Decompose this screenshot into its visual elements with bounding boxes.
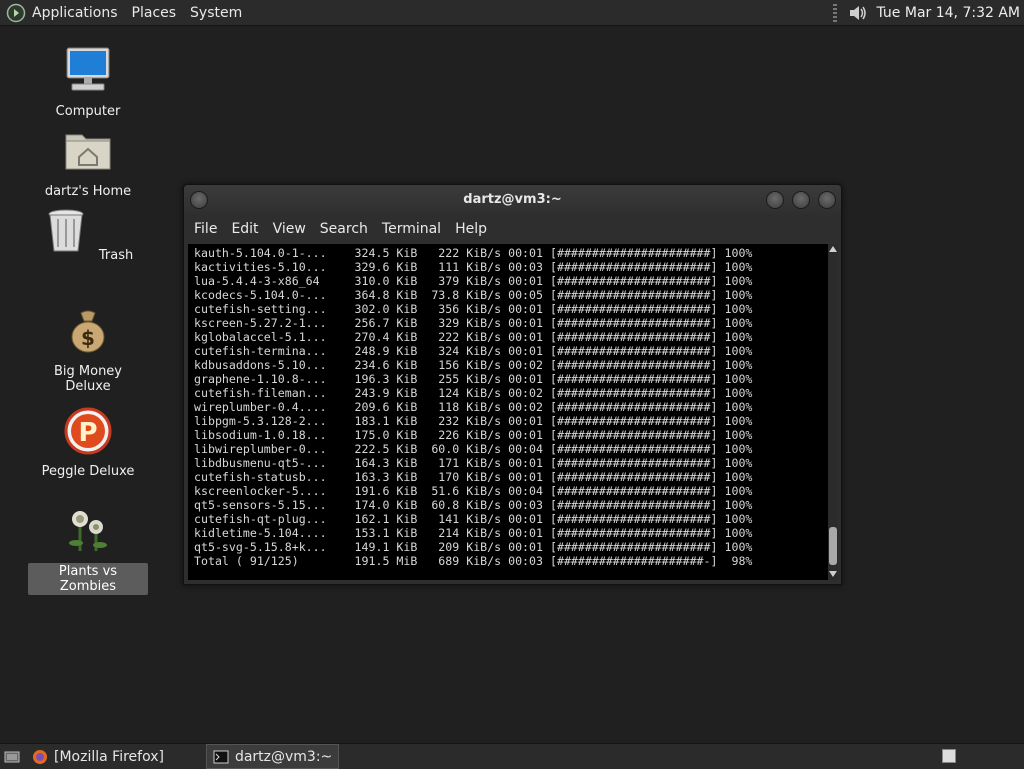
desktop-icon-computer[interactable]: Computer (28, 45, 148, 120)
desktop-icon-label: Peggle Deluxe (39, 463, 138, 480)
scrollbar-thumb[interactable] (829, 527, 837, 565)
terminal-line: kidletime-5.104.... 153.1 KiB 214 KiB/s … (194, 526, 752, 540)
close-button[interactable] (818, 191, 836, 209)
minimize-button[interactable] (766, 191, 784, 209)
clock[interactable]: Tue Mar 14, 7:32 AM (877, 5, 1021, 21)
terminal-line: cutefish-statusb... 163.3 KiB 170 KiB/s … (194, 470, 752, 484)
menu-edit[interactable]: Edit (231, 221, 258, 237)
terminal-output[interactable]: kauth-5.104.0-1-... 324.5 KiB 222 KiB/s … (188, 244, 828, 580)
volume-icon[interactable] (847, 2, 869, 24)
maximize-button[interactable] (792, 191, 810, 209)
task-terminal[interactable]: dartz@vm3:~ (206, 744, 339, 769)
desktop-icon-label: Big Money Deluxe (28, 363, 148, 395)
task-label: [Mozilla Firefox] (54, 749, 164, 765)
workspace-switcher[interactable] (942, 749, 956, 763)
terminal-line: libsodium-1.0.18... 175.0 KiB 226 KiB/s … (194, 428, 752, 442)
desktop-icon-peggle[interactable]: P Peggle Deluxe (28, 405, 148, 480)
terminal-line: kglobalaccel-5.1... 270.4 KiB 222 KiB/s … (194, 330, 752, 344)
desktop-icon-label: Trash (96, 247, 136, 264)
menu-help[interactable]: Help (455, 221, 487, 237)
terminal-line: libwireplumber-0... 222.5 KiB 60.0 KiB/s… (194, 442, 752, 456)
peggle-icon: P (62, 405, 114, 457)
menu-view[interactable]: View (273, 221, 306, 237)
terminal-titlebar[interactable]: dartz@vm3:~ (184, 185, 841, 215)
applications-menu[interactable]: Applications (32, 5, 118, 21)
terminal-window[interactable]: dartz@vm3:~ File Edit View Search Termin… (183, 184, 842, 585)
top-panel-tray: Tue Mar 14, 7:32 AM (833, 0, 1024, 25)
terminal-line: Total ( 91/125) 191.5 MiB 689 KiB/s 00:0… (194, 554, 752, 568)
terminal-line: cutefish-setting... 302.0 KiB 356 KiB/s … (194, 302, 752, 316)
terminal-line: kcodecs-5.104.0-... 364.8 KiB 73.8 KiB/s… (194, 288, 752, 302)
panel-grip-icon (833, 4, 837, 22)
bottom-panel: [Mozilla Firefox] dartz@vm3:~ (0, 743, 1024, 769)
terminal-line: qt5-svg-5.15.8+k... 149.1 KiB 209 KiB/s … (194, 540, 752, 554)
svg-text:$: $ (81, 326, 95, 350)
terminal-line: cutefish-fileman... 243.9 KiB 124 KiB/s … (194, 386, 752, 400)
terminal-title: dartz@vm3:~ (184, 192, 841, 207)
plants-vs-zombies-icon (62, 505, 114, 557)
system-menu[interactable]: System (190, 5, 242, 21)
terminal-line: libdbusmenu-qt5-... 164.3 KiB 171 KiB/s … (194, 456, 752, 470)
show-desktop-icon[interactable] (4, 749, 20, 765)
computer-icon (62, 45, 114, 97)
terminal-line: libpgm-5.3.128-2... 183.1 KiB 232 KiB/s … (194, 414, 752, 428)
terminal-line: qt5-sensors-5.15... 174.0 KiB 60.8 KiB/s… (194, 498, 752, 512)
trash-icon (40, 205, 92, 257)
scroll-up-icon[interactable] (829, 246, 837, 252)
terminal-line: kauth-5.104.0-1-... 324.5 KiB 222 KiB/s … (194, 246, 752, 260)
terminal-line: graphene-1.10.8-... 196.3 KiB 255 KiB/s … (194, 372, 752, 386)
firefox-icon (32, 749, 48, 765)
scroll-down-icon[interactable] (829, 571, 837, 577)
terminal-line: cutefish-qt-plug... 162.1 KiB 141 KiB/s … (194, 512, 752, 526)
menu-terminal[interactable]: Terminal (382, 221, 441, 237)
terminal-line: cutefish-termina... 248.9 KiB 324 KiB/s … (194, 344, 752, 358)
desktop-icon-plants-vs-zombies[interactable]: Plants vs Zombies (28, 505, 148, 595)
menu-file[interactable]: File (194, 221, 217, 237)
svg-text:P: P (78, 418, 97, 448)
menu-search[interactable]: Search (320, 221, 368, 237)
terminal-line: wireplumber-0.4.... 209.6 KiB 118 KiB/s … (194, 400, 752, 414)
desktop-icon-home[interactable]: dartz's Home (28, 125, 148, 200)
top-panel: Applications Places System Tue Mar 14, 7… (0, 0, 1024, 26)
places-menu[interactable]: Places (132, 5, 177, 21)
desktop-icon-label: Computer (53, 103, 124, 120)
terminal-line: kscreenlocker-5.... 191.6 KiB 51.6 KiB/s… (194, 484, 752, 498)
task-firefox[interactable]: [Mozilla Firefox] (26, 745, 170, 768)
task-label: dartz@vm3:~ (235, 749, 332, 765)
terminal-scrollbar[interactable] (828, 244, 838, 580)
terminal-text: kauth-5.104.0-1-... 324.5 KiB 222 KiB/s … (194, 246, 752, 568)
desktop-icon-label: Plants vs Zombies (28, 563, 148, 595)
desktop-icon-label: dartz's Home (42, 183, 134, 200)
terminal-icon (213, 749, 229, 765)
distro-logo-icon[interactable] (6, 3, 26, 23)
terminal-menubar: File Edit View Search Terminal Help (184, 215, 841, 243)
terminal-line: kactivities-5.10... 329.6 KiB 111 KiB/s … (194, 260, 752, 274)
money-bag-icon: $ (62, 305, 114, 357)
terminal-line: lua-5.4.4-3-x86_64 310.0 KiB 379 KiB/s 0… (194, 274, 752, 288)
desktop-icon-big-money[interactable]: $ Big Money Deluxe (28, 305, 148, 395)
terminal-line: kscreen-5.27.2-1... 256.7 KiB 329 KiB/s … (194, 316, 752, 330)
terminal-line: kdbusaddons-5.10... 234.6 KiB 156 KiB/s … (194, 358, 752, 372)
home-folder-icon (62, 125, 114, 177)
desktop-icon-trash[interactable]: Trash (28, 205, 148, 264)
